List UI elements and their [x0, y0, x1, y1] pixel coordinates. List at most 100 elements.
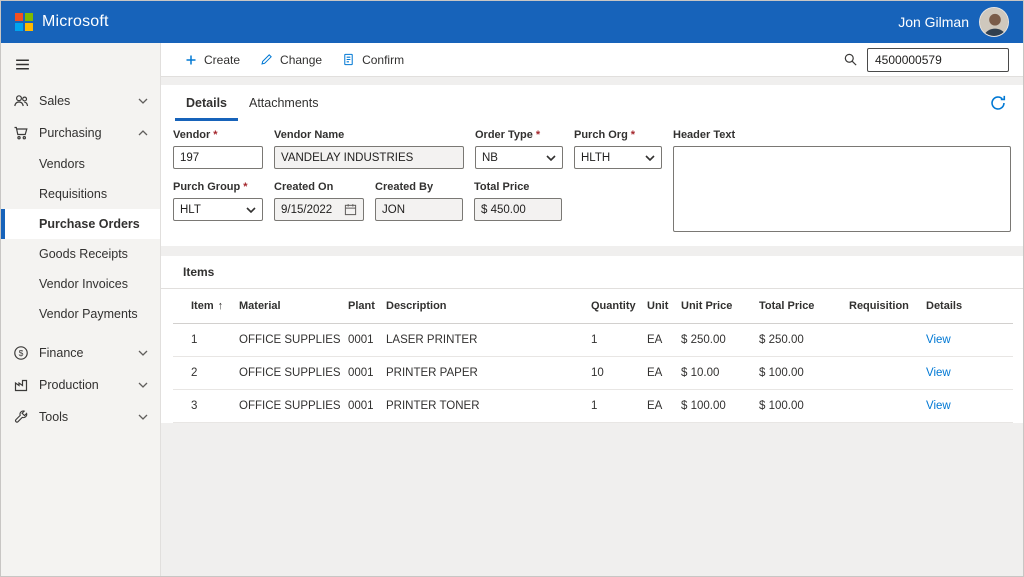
sidebar-item-finance[interactable]: $ Finance [1, 337, 160, 369]
header-text-label: Header Text [673, 129, 1011, 141]
cell-requisition [849, 357, 926, 390]
create-button[interactable]: Create [175, 49, 250, 71]
required-asterisk: * [243, 181, 247, 193]
order-type-label: Order Type* [475, 129, 563, 141]
cell-item: 2 [173, 357, 239, 390]
search-icon[interactable] [843, 52, 858, 67]
total-price-field: $ 450.00 [474, 198, 562, 221]
tab-label: Details [186, 96, 227, 110]
vendor-input[interactable] [173, 146, 263, 169]
col-item[interactable]: Item↑ [173, 289, 239, 324]
view-link[interactable]: View [926, 400, 951, 412]
cell-quantity: 1 [591, 390, 647, 423]
sidebar-subitem-label: Purchase Orders [39, 217, 140, 231]
required-asterisk: * [536, 129, 540, 141]
sidebar-item-production[interactable]: Production [1, 369, 160, 401]
brand-name: Microsoft [42, 13, 109, 31]
created-on-field: 9/15/2022 [274, 198, 364, 221]
created-on-label: Created On [274, 181, 364, 193]
main-content: Create Change Confirm [161, 43, 1023, 576]
header-text-field-group: Header Text [673, 129, 1011, 232]
menu-toggle-button[interactable] [1, 47, 160, 85]
search-input[interactable] [867, 48, 1009, 72]
refresh-icon[interactable] [987, 92, 1009, 114]
sidebar-item-vendor-invoices[interactable]: Vendor Invoices [1, 269, 160, 299]
cell-unit: EA [647, 357, 681, 390]
required-asterisk: * [631, 129, 635, 141]
chevron-down-icon [546, 155, 556, 161]
cell-description: PRINTER PAPER [386, 357, 591, 390]
cell-details: View [926, 357, 1013, 390]
sidebar: Sales Purchasing [1, 43, 161, 576]
chevron-down-icon [138, 98, 148, 104]
table-row[interactable]: 3 OFFICE SUPPLIES 0001 PRINTER TONER 1 E… [173, 390, 1013, 423]
calendar-icon [344, 203, 357, 216]
col-requisition[interactable]: Requisition [849, 289, 926, 324]
cell-plant: 0001 [348, 324, 386, 357]
table-row[interactable]: 1 OFFICE SUPPLIES 0001 LASER PRINTER 1 E… [173, 324, 1013, 357]
cell-material: OFFICE SUPPLIES [239, 324, 348, 357]
sidebar-item-label: Production [39, 378, 99, 392]
sidebar-item-tools[interactable]: Tools [1, 401, 160, 433]
col-unit[interactable]: Unit [647, 289, 681, 324]
sidebar-item-vendors[interactable]: Vendors [1, 149, 160, 179]
cell-total-price: $ 100.00 [759, 390, 849, 423]
order-type-select[interactable]: NB [475, 146, 563, 169]
factory-icon [13, 377, 29, 393]
order-type-field-group: Order Type* NB [475, 129, 563, 169]
command-bar: Create Change Confirm [161, 43, 1023, 77]
user-area: Jon Gilman [898, 7, 1009, 37]
view-link[interactable]: View [926, 334, 951, 346]
dollar-icon: $ [13, 345, 29, 361]
sidebar-item-sales[interactable]: Sales [1, 85, 160, 117]
cell-requisition [849, 390, 926, 423]
sidebar-item-vendor-payments[interactable]: Vendor Payments [1, 299, 160, 329]
created-on-value: 9/15/2022 [281, 204, 332, 216]
confirm-button[interactable]: Confirm [332, 49, 414, 71]
search-area [843, 48, 1009, 72]
table-row[interactable]: 2 OFFICE SUPPLIES 0001 PRINTER PAPER 10 … [173, 357, 1013, 390]
total-price-field-group: Total Price $ 450.00 [474, 181, 562, 221]
col-total-price[interactable]: Total Price [759, 289, 849, 324]
col-plant[interactable]: Plant [348, 289, 386, 324]
sidebar-item-goods-receipts[interactable]: Goods Receipts [1, 239, 160, 269]
col-description[interactable]: Description [386, 289, 591, 324]
sidebar-item-purchase-orders[interactable]: Purchase Orders [1, 209, 160, 239]
nav-divider [1, 329, 160, 337]
sidebar-item-label: Finance [39, 346, 83, 360]
microsoft-logo-icon [15, 13, 33, 31]
cell-material: OFFICE SUPPLIES [239, 357, 348, 390]
sidebar-subitem-label: Goods Receipts [39, 247, 128, 261]
col-unit-price[interactable]: Unit Price [681, 289, 759, 324]
header-text-input[interactable] [673, 146, 1011, 232]
change-button[interactable]: Change [250, 49, 332, 71]
sidebar-item-purchasing[interactable]: Purchasing [1, 117, 160, 149]
cell-material: OFFICE SUPPLIES [239, 390, 348, 423]
purch-org-select[interactable]: HLTH [574, 146, 662, 169]
col-quantity[interactable]: Quantity [591, 289, 647, 324]
user-avatar[interactable] [979, 7, 1009, 37]
required-asterisk: * [213, 129, 217, 141]
sidebar-item-requisitions[interactable]: Requisitions [1, 179, 160, 209]
tab-attachments[interactable]: Attachments [238, 85, 329, 121]
sidebar-nav: Sales Purchasing [1, 85, 160, 433]
sidebar-subitem-label: Vendor Invoices [39, 277, 128, 291]
sidebar-subitem-label: Vendors [39, 157, 85, 171]
app-window: Microsoft Jon Gilman [0, 0, 1024, 577]
cell-item: 1 [173, 324, 239, 357]
items-panel: Items Item↑ Material Plant [161, 256, 1023, 423]
chevron-down-icon [645, 155, 655, 161]
tab-details[interactable]: Details [175, 85, 238, 121]
order-details-panel: Details Attachments [161, 85, 1023, 246]
form-row-2: Purch Group* HLT [173, 181, 662, 221]
view-link[interactable]: View [926, 367, 951, 379]
purch-group-select[interactable]: HLT [173, 198, 263, 221]
sidebar-subitem-label: Vendor Payments [39, 307, 138, 321]
cell-description: PRINTER TONER [386, 390, 591, 423]
cell-requisition [849, 324, 926, 357]
vendor-name-field: VANDELAY INDUSTRIES [274, 146, 464, 169]
cell-details: View [926, 390, 1013, 423]
col-material[interactable]: Material [239, 289, 348, 324]
col-details[interactable]: Details [926, 289, 1013, 324]
wrench-icon [13, 409, 29, 425]
